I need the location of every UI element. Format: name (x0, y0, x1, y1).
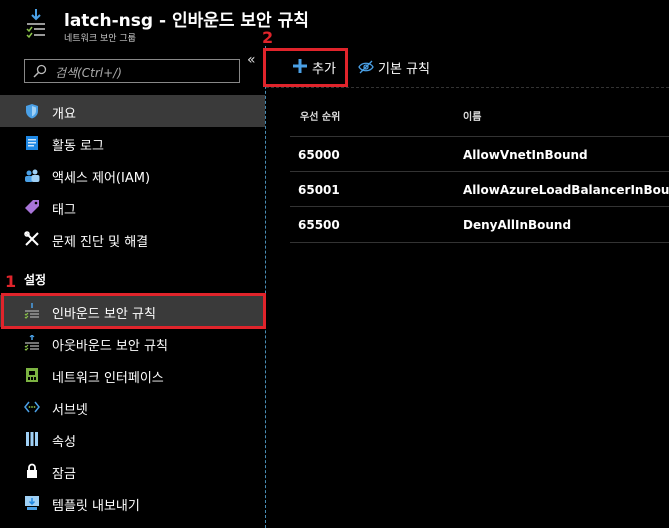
sidebar-item-label: 활동 로그 (52, 139, 104, 154)
highlight-box-add-button (263, 48, 348, 87)
search-input[interactable]: 검색(Ctrl+/) (24, 59, 240, 83)
sidebar-item-export-template[interactable]: 템플릿 내보내기 (0, 487, 265, 519)
sidebar-item-properties[interactable]: 속성 (0, 423, 265, 455)
properties-icon (26, 432, 38, 446)
log-icon (26, 136, 38, 150)
step-number-1: 1 (5, 272, 17, 291)
pane-divider[interactable] (265, 46, 266, 528)
column-header-name[interactable]: 이름 (463, 108, 481, 123)
table-row[interactable]: 65001 AllowAzureLoadBalancerInBound (290, 171, 669, 207)
users-icon (25, 169, 40, 182)
eye-hidden-icon (358, 60, 374, 74)
priority-cell: 65500 (298, 218, 340, 232)
sidebar-item-subnets[interactable]: 서브넷 (0, 391, 265, 423)
table-row[interactable]: 65000 AllowVnetInBound (290, 136, 669, 172)
lock-icon (27, 463, 37, 478)
sidebar-item-outbound-rules[interactable]: 아웃바운드 보안 규칙 (0, 327, 265, 359)
sidebar-item-locks[interactable]: 잠금 (0, 455, 265, 487)
sidebar-item-activity-log[interactable]: 활동 로그 (0, 127, 265, 159)
tag-icon (25, 200, 39, 214)
sidebar-item-diagnose[interactable]: 문제 진단 및 해결 (0, 223, 265, 255)
wrench-icon (24, 231, 39, 246)
page-header: latch-nsg - 인바운드 보안 규칙 네트워크 보안 그룹 (0, 0, 669, 46)
outbound-rules-icon (24, 335, 39, 351)
sidebar-item-overview[interactable]: 개요 (0, 95, 265, 127)
highlight-box-inbound-rules (1, 293, 266, 329)
sidebar-item-label: 잠금 (52, 467, 76, 482)
section-heading-settings: 설정 (24, 273, 47, 287)
sidebar-item-iam[interactable]: 액세스 제어(IAM) (0, 159, 265, 191)
name-cell: AllowAzureLoadBalancerInBound (463, 183, 669, 197)
sidebar-item-label: 템플릿 내보내기 (52, 499, 140, 514)
table-row[interactable]: 65500 DenyAllInBound (290, 206, 669, 243)
collapse-sidebar-button[interactable]: « (247, 52, 256, 68)
priority-cell: 65000 (298, 148, 340, 162)
search-placeholder: 검색(Ctrl+/) (55, 66, 122, 80)
sidebar-item-label: 아웃바운드 보안 규칙 (52, 339, 168, 354)
sidebar-item-label: 태그 (52, 203, 76, 218)
export-icon (25, 496, 39, 510)
name-cell: AllowVnetInBound (463, 148, 588, 162)
page-subtitle: 네트워크 보안 그룹 (64, 34, 136, 44)
priority-cell: 65001 (298, 183, 340, 197)
default-rules-label: 기본 규칙 (378, 62, 430, 77)
sidebar-item-label: 서브넷 (52, 403, 88, 418)
shield-icon (26, 104, 38, 119)
sidebar-item-label: 네트워크 인터페이스 (52, 371, 164, 386)
nic-icon (26, 368, 38, 382)
sidebar-item-label: 문제 진단 및 해결 (52, 235, 149, 250)
inbound-rules-icon (26, 9, 45, 39)
sidebar-item-label: 개요 (52, 107, 76, 122)
subnet-icon (24, 401, 40, 413)
search-icon (33, 64, 47, 78)
sidebar-item-label: 액세스 제어(IAM) (52, 171, 151, 186)
step-number-2: 2 (262, 28, 274, 47)
column-header-priority[interactable]: 우선 순위 (300, 108, 340, 123)
sidebar-item-label: 속성 (52, 435, 76, 450)
toolbar-divider (266, 87, 669, 88)
name-cell: DenyAllInBound (463, 218, 572, 232)
sidebar-item-tags[interactable]: 태그 (0, 191, 265, 223)
sidebar-item-network-interfaces[interactable]: 네트워크 인터페이스 (0, 359, 265, 391)
